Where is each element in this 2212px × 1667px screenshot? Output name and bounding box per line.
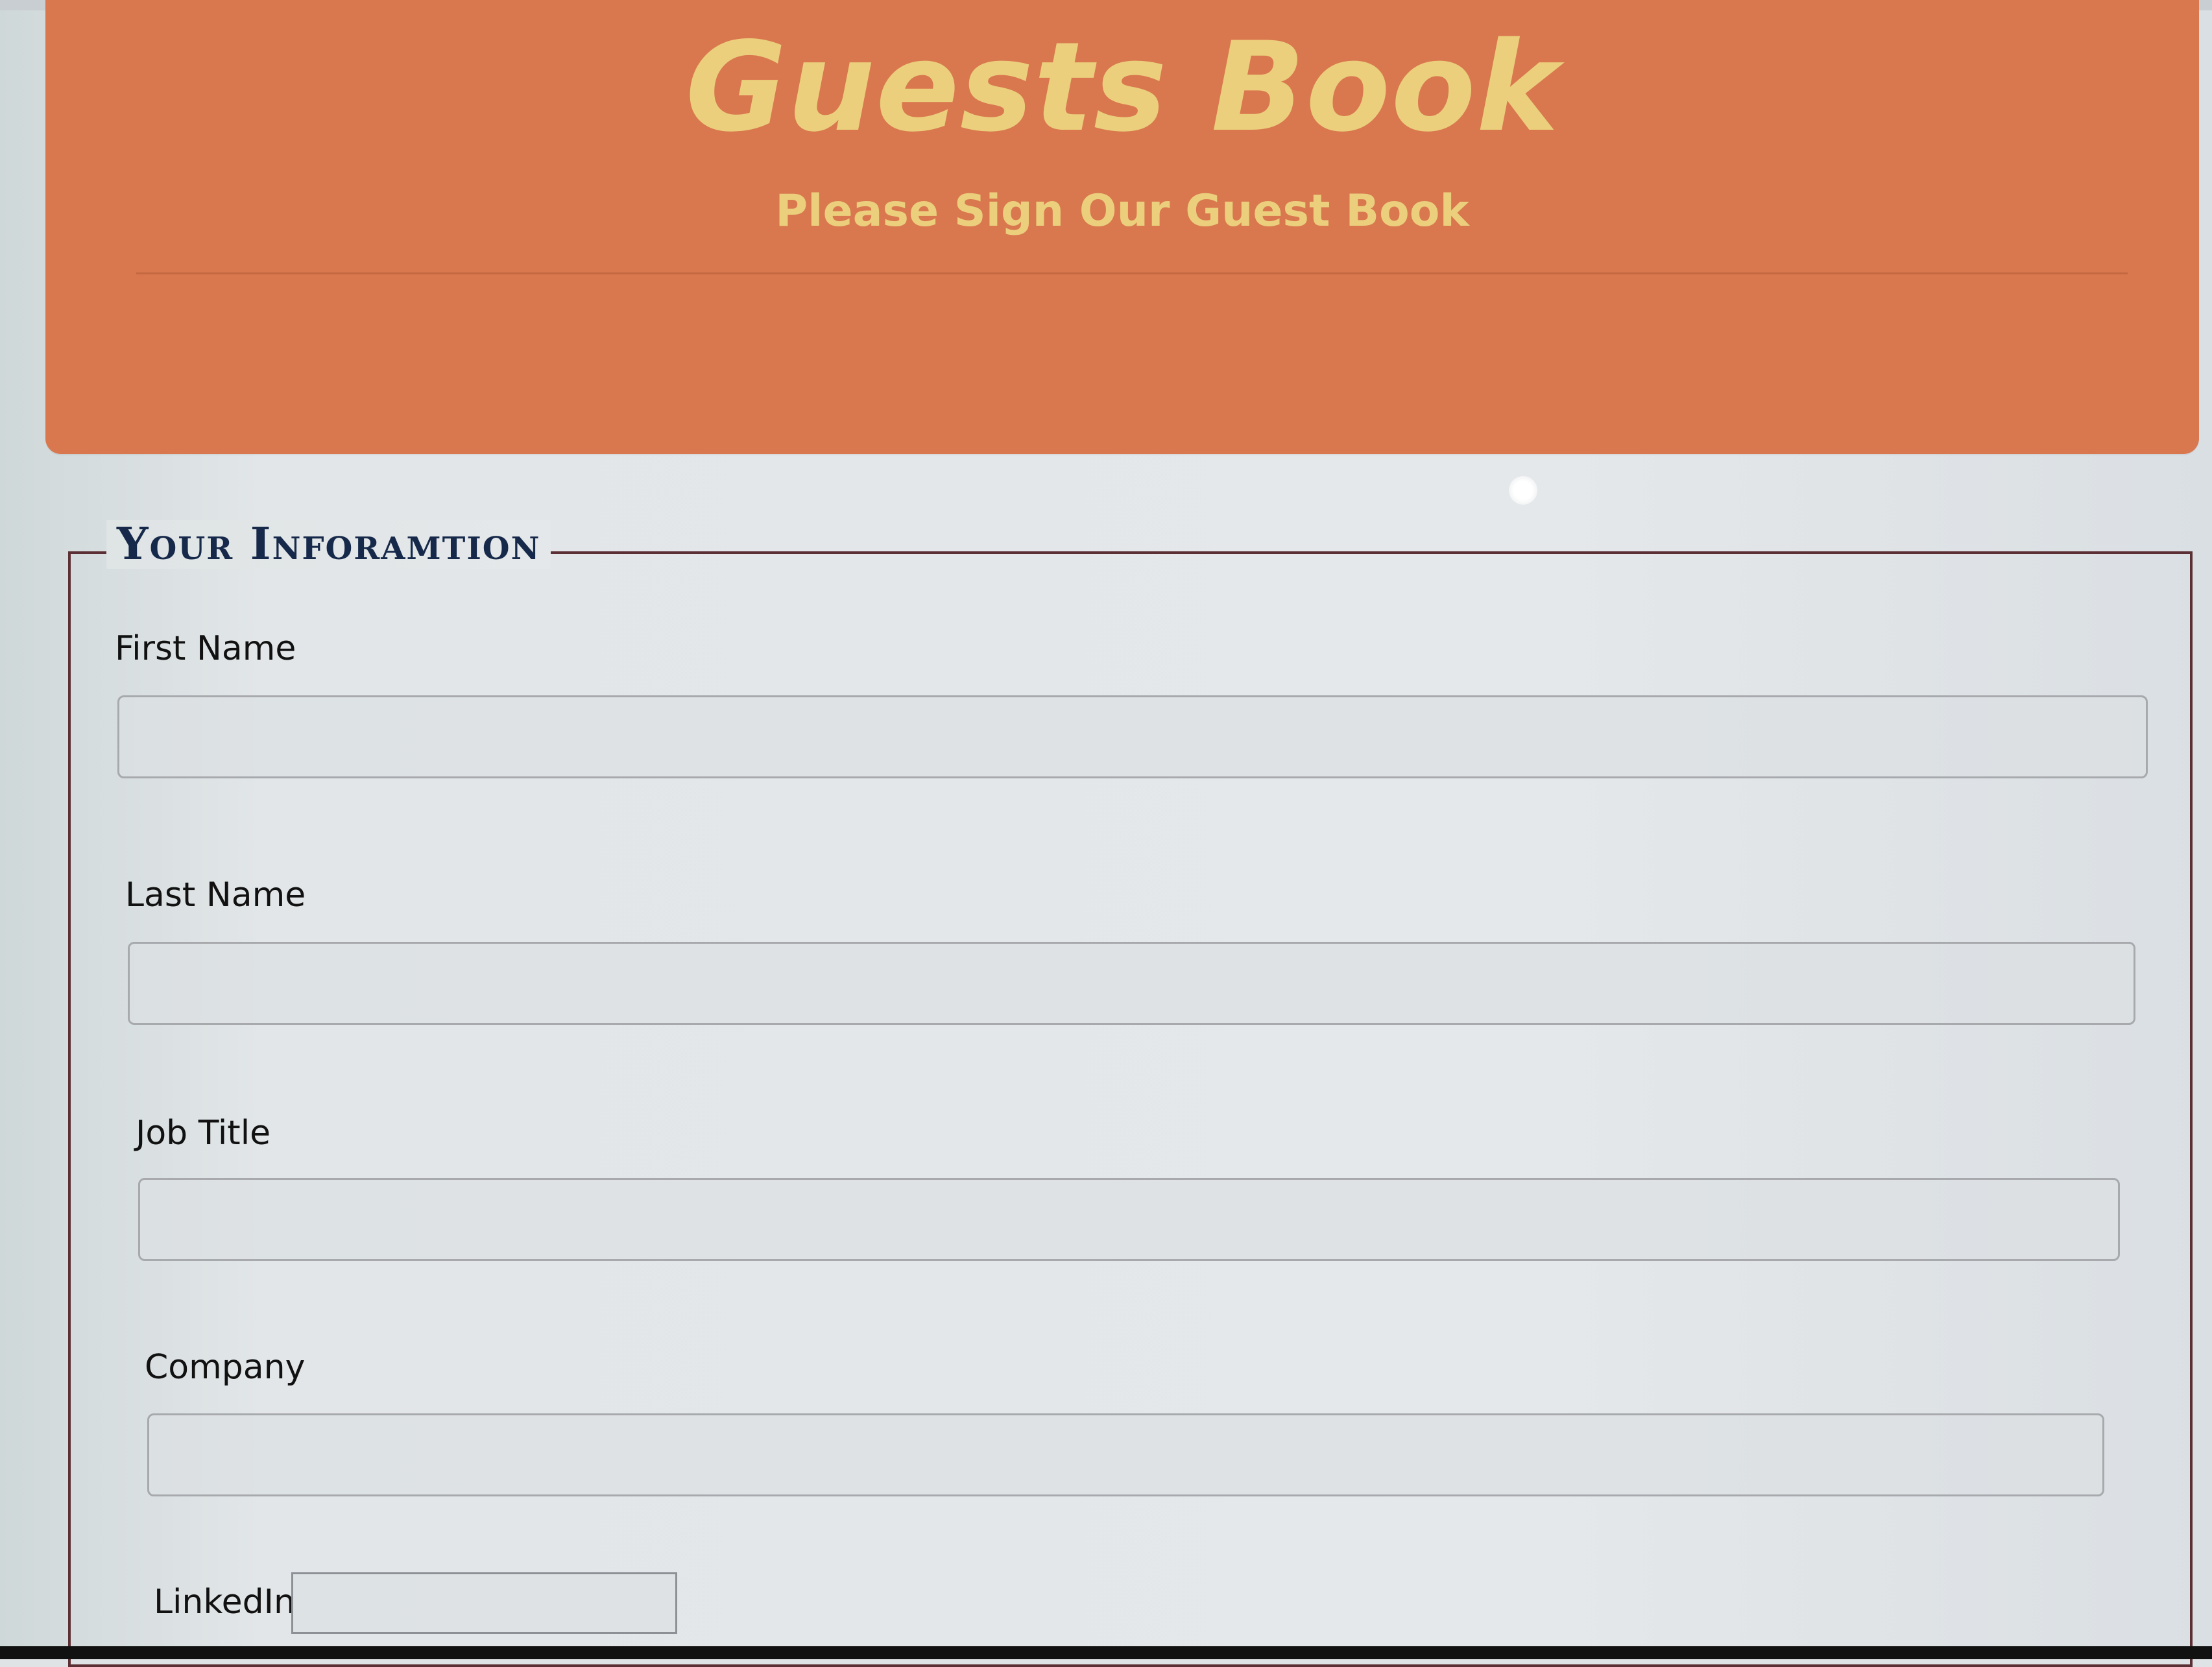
company-label: Company [145,1348,306,1387]
first-name-input[interactable] [117,695,2148,778]
last-name-label: Last Name [125,876,306,915]
page-title: Guests Book [685,16,1559,159]
header-divider [136,272,2128,274]
job-title-label: Job Title [136,1114,271,1153]
company-input[interactable] [147,1413,2104,1496]
linkedin-label: LinkedIn [154,1583,295,1622]
page-subtitle: Please Sign Our Guest Book [775,186,1469,237]
header-banner: Guests Book Please Sign Our Guest Book [45,0,2199,454]
section-title: Your Inforamtion [106,520,551,569]
first-name-label: First Name [115,629,296,668]
job-title-input[interactable] [138,1178,2120,1261]
your-information-section: Your Inforamtion First Name Last Name Jo… [68,520,2193,1667]
last-name-input[interactable] [128,942,2135,1025]
bottom-bezel [0,1646,2212,1659]
linkedin-input[interactable] [291,1572,677,1634]
screen-glare [1509,476,1537,505]
